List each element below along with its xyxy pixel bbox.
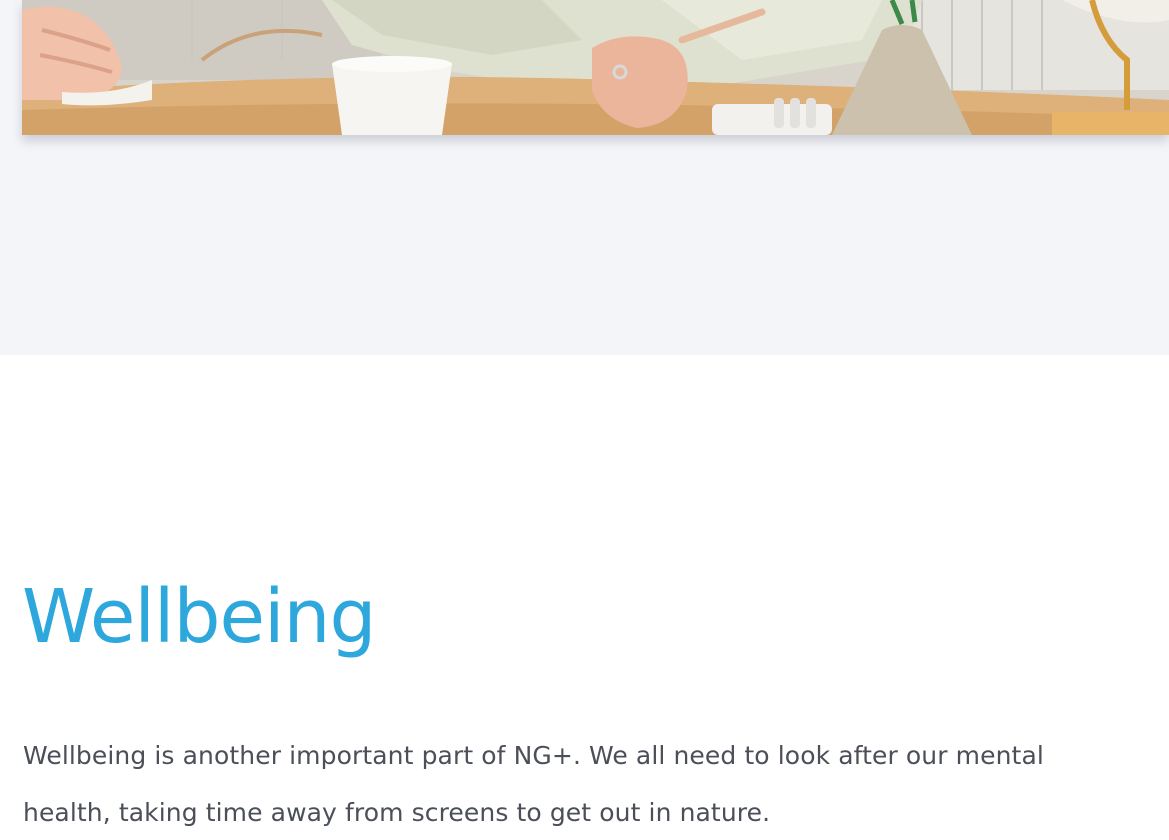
wellbeing-description: Wellbeing is another important part of N… bbox=[23, 741, 1044, 827]
wellbeing-section: Wellbeing Wellbeing is another important… bbox=[0, 355, 1169, 840]
photo-desk-meeting-image bbox=[22, 0, 1169, 135]
wellbeing-title: Wellbeing bbox=[22, 574, 376, 660]
page: Wellbeing Wellbeing is another important… bbox=[0, 0, 1169, 840]
hero-section bbox=[0, 0, 1169, 355]
hero-photo bbox=[22, 0, 1169, 135]
